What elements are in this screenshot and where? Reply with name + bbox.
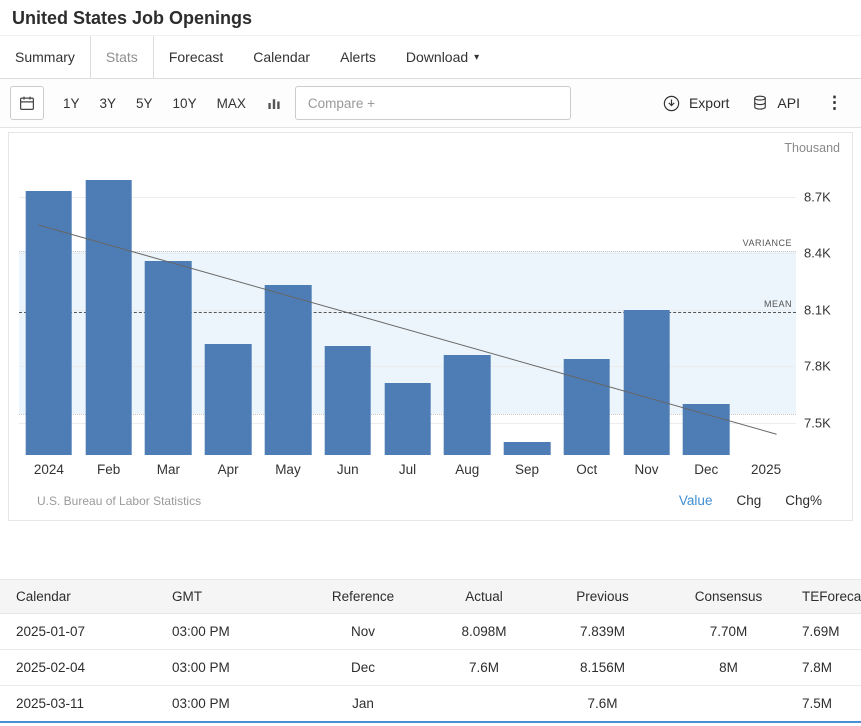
table-cell: 7.70M [663, 614, 794, 650]
x-axis-label: Nov [617, 462, 677, 477]
y-axis-tick-label: 7.5K [804, 415, 831, 430]
range-5y-button[interactable]: 5Y [127, 90, 162, 117]
x-axis: 2024FebMarAprMayJunJulAugSepOctNovDec202… [19, 462, 796, 477]
compare-input[interactable] [295, 86, 571, 120]
range-max-button[interactable]: MAX [208, 90, 255, 117]
api-button[interactable]: API [751, 94, 800, 112]
chart-footer: U.S. Bureau of Labor Statistics Value Ch… [19, 493, 842, 508]
y-axis: 8.7K 8.4K 8.1K 7.8K 7.5K [796, 159, 842, 455]
chart-type-button[interactable] [265, 94, 283, 112]
page-title: United States Job Openings [12, 8, 252, 28]
table-header-calendar: Calendar [0, 580, 164, 614]
y-axis-tick-label: 8.1K [804, 302, 831, 317]
column-chart-icon [265, 94, 283, 112]
calendar-icon [18, 94, 36, 112]
table-cell: 8.098M [426, 614, 542, 650]
date-range-button[interactable] [10, 86, 44, 120]
table-header-previous: Previous [542, 580, 663, 614]
data-source-label: U.S. Bureau of Labor Statistics [37, 494, 201, 508]
range-3y-button[interactable]: 3Y [91, 90, 126, 117]
table-body: 2025-01-0703:00 PMNov8.098M7.839M7.70M7.… [0, 614, 861, 723]
more-options-icon[interactable]: ⋮ [822, 93, 847, 113]
table-cell: Jan [300, 686, 426, 723]
table-cell: 2025-03-11 [0, 686, 164, 723]
chart-unit-label: Thousand [19, 141, 842, 159]
x-axis-label: Dec [676, 462, 736, 477]
table-cell: 03:00 PM [164, 686, 300, 723]
calendar-table: CalendarGMTReferenceActualPreviousConsen… [0, 579, 861, 723]
chevron-down-icon: ▾ [474, 52, 479, 63]
table-cell: 03:00 PM [164, 650, 300, 686]
table-header-reference: Reference [300, 580, 426, 614]
table-row[interactable]: 2025-02-0403:00 PMDec7.6M8.156M8M7.8M [0, 650, 861, 686]
tab-calendar[interactable]: Calendar [238, 36, 325, 78]
table-header-row: CalendarGMTReferenceActualPreviousConsen… [0, 580, 861, 614]
table-cell: Dec [300, 650, 426, 686]
page-header: United States Job Openings [0, 0, 861, 36]
table-cell [426, 686, 542, 723]
range-10y-button[interactable]: 10Y [164, 90, 206, 117]
x-axis-label: Apr [198, 462, 258, 477]
tab-bar: Summary Stats Forecast Calendar Alerts D… [0, 36, 861, 79]
x-axis-label: Aug [437, 462, 497, 477]
x-axis-label: Feb [79, 462, 139, 477]
x-axis-label: 2024 [19, 462, 79, 477]
y-axis-tick-label: 8.4K [804, 246, 831, 261]
table-cell: 7.69M [794, 614, 861, 650]
table-row[interactable]: 2025-01-0703:00 PMNov8.098M7.839M7.70M7.… [0, 614, 861, 650]
table-header-teforecast: TEForecast [794, 580, 861, 614]
toggle-value[interactable]: Value [679, 493, 713, 508]
table-cell: Nov [300, 614, 426, 650]
table-header-consensus: Consensus [663, 580, 794, 614]
chart-card: Thousand VARIANCEMEAN 8.7K 8.4K 8.1K 7.8K 7.… [8, 132, 853, 521]
x-axis-label: Jun [318, 462, 378, 477]
table-cell: 8.156M [542, 650, 663, 686]
table-cell [663, 686, 794, 723]
database-icon [751, 94, 769, 112]
tab-forecast[interactable]: Forecast [154, 36, 238, 78]
x-axis-label: Mar [139, 462, 199, 477]
toolbar-right: Export API ⋮ [662, 93, 851, 113]
toggle-chg[interactable]: Chg [736, 493, 761, 508]
trend-line [19, 159, 796, 455]
y-axis-tick-label: 7.8K [804, 359, 831, 374]
x-axis-label: Jul [378, 462, 438, 477]
tab-summary[interactable]: Summary [0, 36, 90, 78]
table-cell: 7.6M [542, 686, 663, 723]
export-download-icon [662, 94, 681, 113]
tab-stats[interactable]: Stats [90, 36, 154, 78]
export-button[interactable]: Export [662, 94, 729, 113]
table-cell: 7.6M [426, 650, 542, 686]
api-label: API [777, 95, 800, 111]
tab-alerts[interactable]: Alerts [325, 36, 391, 78]
range-1y-button[interactable]: 1Y [54, 90, 89, 117]
x-axis-label: Sep [497, 462, 557, 477]
plot-area: VARIANCEMEAN [19, 159, 796, 455]
tab-download-label: Download [406, 49, 468, 65]
table-header-actual: Actual [426, 580, 542, 614]
chart-body: VARIANCEMEAN 8.7K 8.4K 8.1K 7.8K 7.5K [19, 159, 842, 455]
table-row[interactable]: 2025-03-1103:00 PMJan 7.6M 7.5M [0, 686, 861, 723]
x-axis-label: Oct [557, 462, 617, 477]
tab-download[interactable]: Download ▾ [391, 36, 494, 78]
y-axis-tick-label: 8.7K [804, 189, 831, 204]
table-cell: 7.8M [794, 650, 861, 686]
toggle-chg-pct[interactable]: Chg% [785, 493, 822, 508]
table-cell: 7.5M [794, 686, 861, 723]
table-cell: 7.839M [542, 614, 663, 650]
table-cell: 2025-01-07 [0, 614, 164, 650]
table-cell: 03:00 PM [164, 614, 300, 650]
x-axis-label: May [258, 462, 318, 477]
x-axis-label: 2025 [736, 462, 796, 477]
table-cell: 8M [663, 650, 794, 686]
series-toggle-group: Value Chg Chg% [679, 493, 840, 508]
chart-toolbar: 1Y 3Y 5Y 10Y MAX Export [0, 79, 861, 128]
export-label: Export [689, 95, 729, 111]
table-cell: 2025-02-04 [0, 650, 164, 686]
table-header-gmt: GMT [164, 580, 300, 614]
